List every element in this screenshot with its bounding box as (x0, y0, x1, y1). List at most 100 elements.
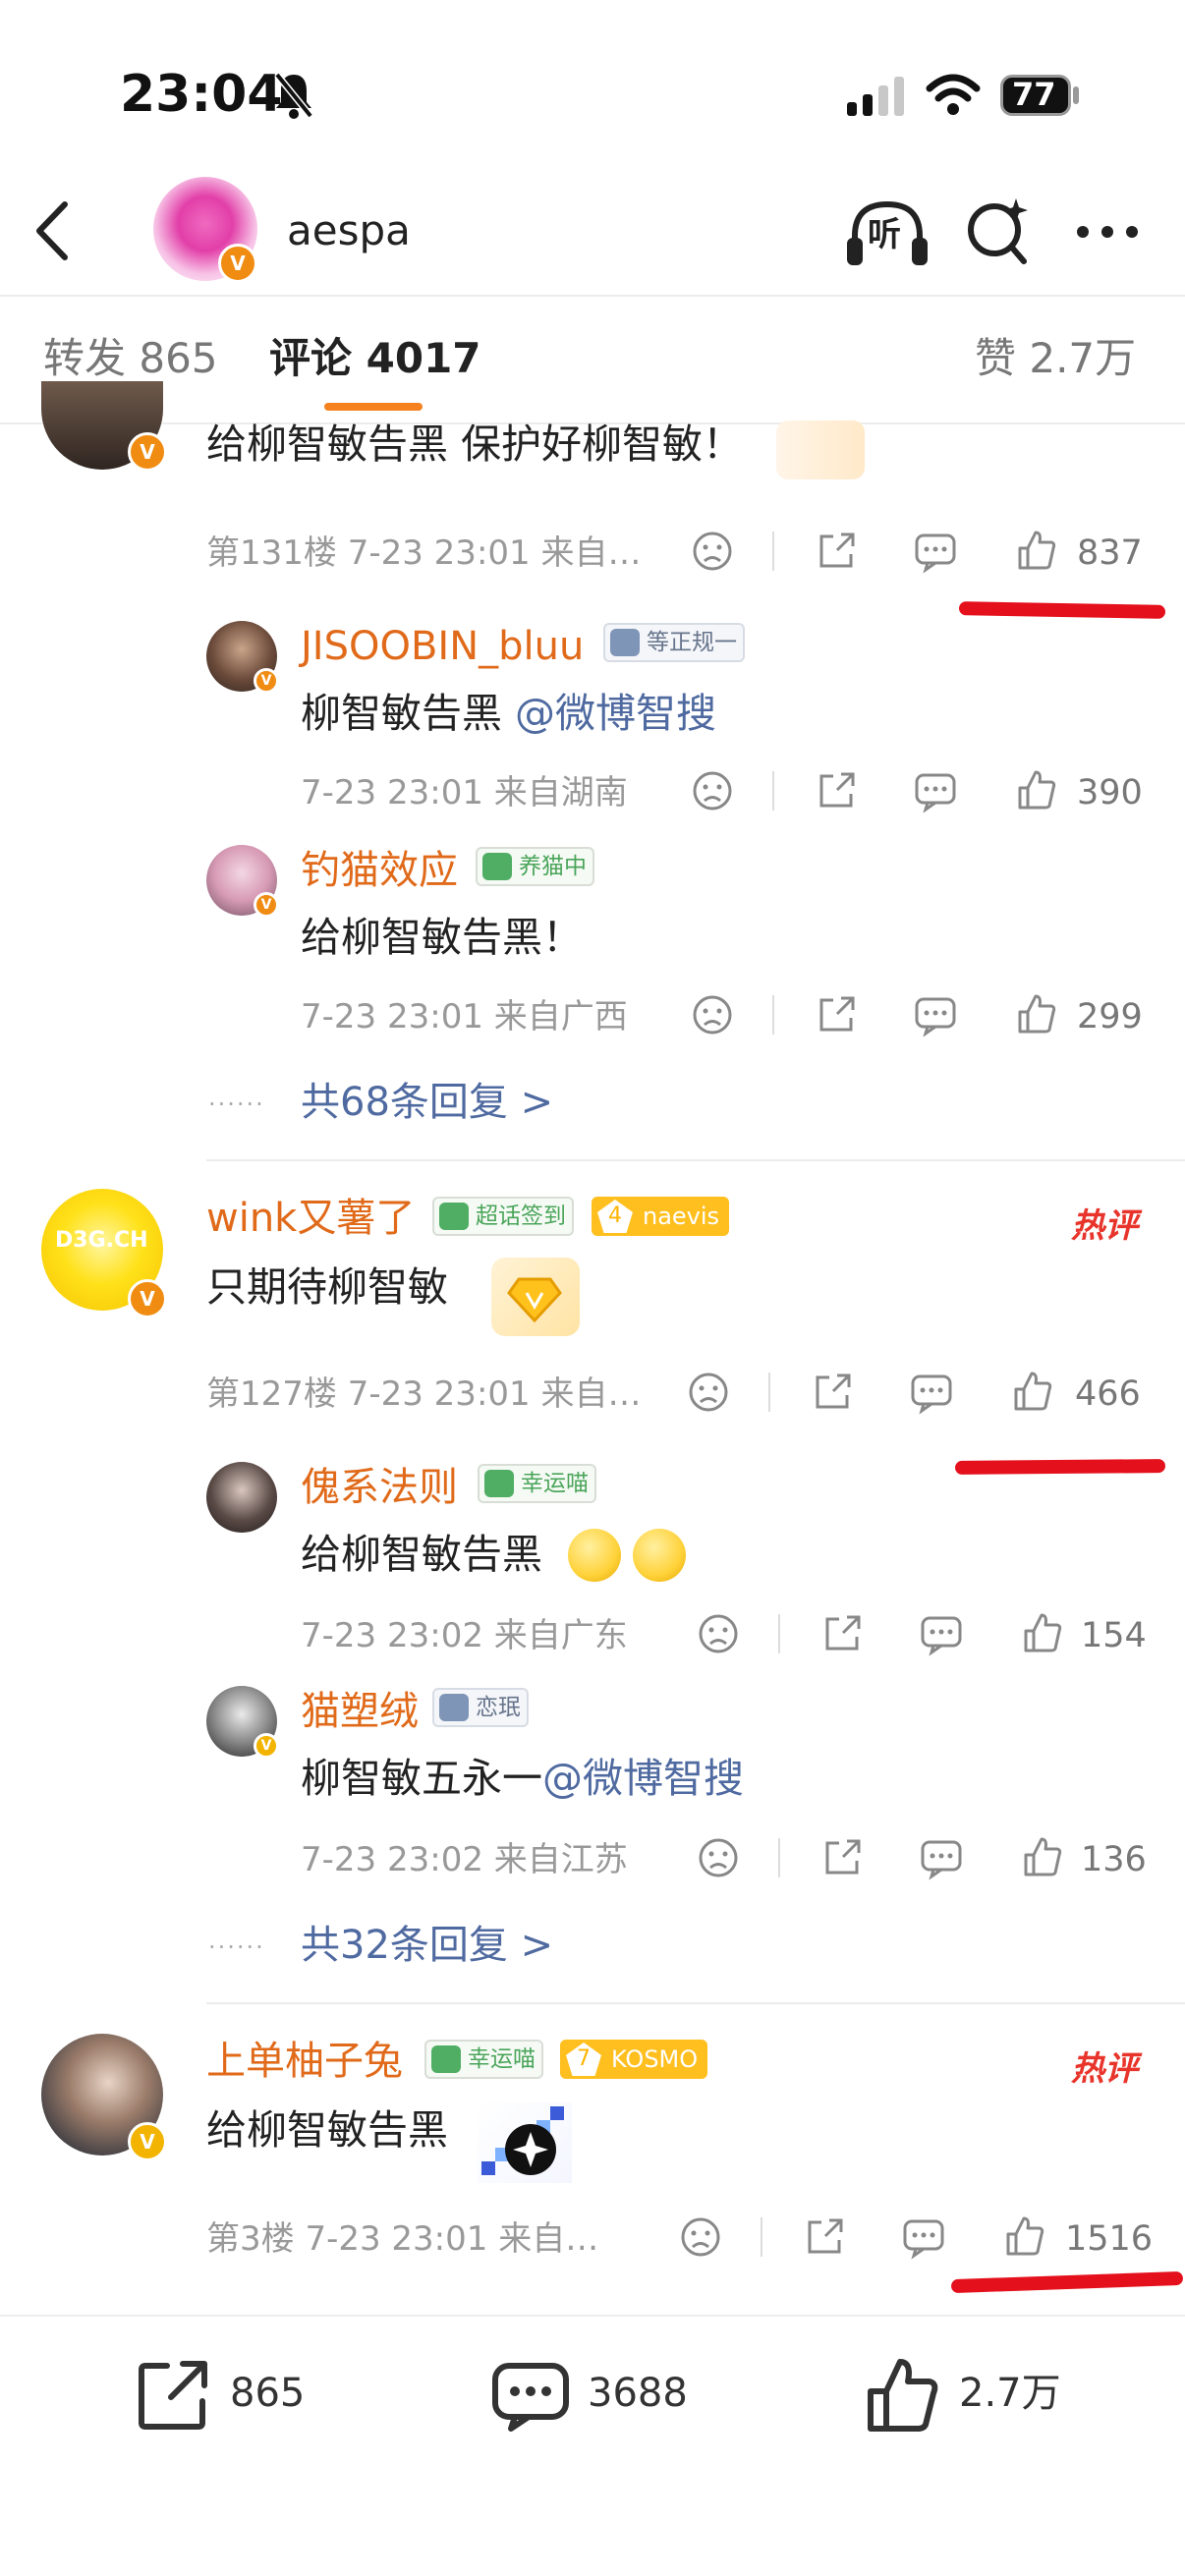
thumbs-up-icon[interactable] (1016, 529, 1057, 572)
share-icon[interactable] (812, 1372, 853, 1413)
comment-icon[interactable] (902, 2218, 945, 2260)
like-count-total[interactable]: 2.7万 (959, 2374, 1061, 2413)
sad-face-icon[interactable] (692, 531, 733, 572)
comment-meta: 第127楼 7-23 23:01 来自… (206, 1374, 642, 1414)
mention-link[interactable]: @微博智搜 (542, 1755, 744, 1802)
like-count: 466 (1075, 1374, 1141, 1414)
sad-face-icon[interactable] (692, 770, 733, 812)
thumbs-up-icon[interactable] (1022, 1835, 1063, 1878)
annotation-underline (954, 1459, 1166, 1475)
thumbs-up-icon[interactable] (1016, 992, 1057, 1036)
share-icon[interactable] (816, 994, 857, 1036)
listen-label: 听 (868, 215, 901, 254)
comment-username[interactable]: wink又薯了 (206, 1199, 415, 1238)
reply-meta: 7-23 23:01 来自广西 (301, 997, 628, 1036)
reply-text: 给柳智敏告黑 (301, 1531, 542, 1578)
comment-icon[interactable] (910, 1373, 953, 1415)
user-badge: 幸运喵 (424, 2040, 543, 2079)
user-badge: 等正规一 (603, 623, 745, 662)
sad-face-icon[interactable] (688, 1372, 729, 1413)
tab-likes[interactable]: 赞 2.7万 (975, 338, 1136, 379)
comment-count[interactable]: 3688 (588, 2374, 688, 2413)
share-icon[interactable] (821, 1613, 863, 1654)
account-name: aespa (287, 206, 411, 254)
like-count: 837 (1077, 533, 1143, 573)
reply-avatar[interactable] (206, 1462, 277, 1533)
sad-face-icon[interactable] (698, 1613, 739, 1654)
share-icon[interactable] (816, 770, 857, 812)
share-icon[interactable] (804, 2216, 845, 2258)
share-icon[interactable] (816, 531, 857, 572)
fan-badge: 4 naevis (592, 1197, 730, 1236)
thumbs-up-icon[interactable] (1022, 1611, 1063, 1654)
repost-count[interactable]: 865 (230, 2374, 305, 2413)
thumbs-up-icon[interactable] (1016, 768, 1057, 812)
verified-badge: V (254, 668, 279, 694)
battery-level: 77 (1012, 76, 1056, 113)
comment-text: 给柳智敏告黑 保护好柳智敏！ (206, 420, 744, 468)
thumbs-up-icon[interactable] (865, 2356, 939, 2435)
verified-badge: V (128, 432, 167, 472)
tab-comments[interactable]: 评论 4017 (269, 338, 481, 379)
sad-face-icon[interactable] (698, 1837, 739, 1878)
share-icon[interactable] (821, 1837, 863, 1878)
sparkle-search-icon[interactable] (965, 195, 1032, 265)
user-badge: 恋珉 (432, 1688, 529, 1727)
mention-link[interactable]: @微博智搜 (515, 690, 716, 737)
like-count: 390 (1077, 773, 1143, 812)
comment-icon[interactable] (914, 996, 957, 1037)
verified-badge: V (218, 244, 257, 283)
sad-face-icon[interactable] (692, 994, 733, 1036)
fan-badge: 7 KOSMO (560, 2040, 708, 2079)
more-replies-link[interactable]: 共32条回复 > (301, 1926, 553, 1965)
tab-repost[interactable]: 转发 865 (43, 338, 218, 379)
reply-meta: 7-23 23:01 来自湖南 (301, 773, 628, 812)
status-time: 23:04 (120, 65, 283, 124)
bottom-action-bar (0, 2315, 1185, 2576)
repost-icon[interactable] (138, 2358, 210, 2431)
smile-emoji-icon (568, 1529, 621, 1582)
reply-text: 给柳智敏告黑！ (301, 914, 583, 961)
more-replies-dots: ······ (208, 1933, 265, 1961)
reply-meta: 7-23 23:02 来自广东 (301, 1616, 628, 1655)
comment-meta: 第3楼 7-23 23:01 来自… (206, 2219, 599, 2259)
avatar-label: D3G.CH (55, 1228, 148, 1253)
more-icon[interactable] (1075, 224, 1140, 240)
hot-comment-badge: 热评 (1071, 1206, 1138, 1246)
reply-username[interactable]: 猫塑绒 (301, 1692, 419, 1731)
reply-username[interactable]: 傀系法则 (301, 1468, 458, 1507)
wifi-icon (926, 74, 981, 115)
smile-emoji-icon (633, 1529, 686, 1582)
comment-icon[interactable] (920, 1839, 963, 1880)
thumbs-up-icon[interactable] (1004, 2214, 1045, 2258)
reply-username[interactable]: 钓猫效应 (301, 851, 458, 890)
user-badge-checkin: 超话签到 (432, 1197, 574, 1236)
comment-icon[interactable] (914, 532, 957, 574)
like-count: 136 (1081, 1840, 1147, 1879)
gem-icon (507, 1277, 562, 1323)
comment-username[interactable]: 上单柚子兔 (206, 2042, 403, 2081)
verified-badge: V (254, 892, 279, 918)
reply-meta: 7-23 23:02 来自江苏 (301, 1840, 628, 1879)
comment-icon[interactable] (491, 2362, 570, 2433)
annotation-underline (958, 601, 1166, 619)
back-icon[interactable] (33, 200, 69, 261)
sad-face-icon[interactable] (680, 2216, 721, 2258)
hot-comment-badge: 热评 (1071, 2049, 1138, 2089)
pixel-star-icon (481, 2106, 564, 2175)
like-count: 154 (1081, 1616, 1147, 1655)
comment-icon[interactable] (914, 772, 957, 813)
verified-badge: V (254, 1733, 279, 1759)
reply-username[interactable]: JISOOBIN_bluu (301, 627, 584, 666)
bell-slash-icon (274, 72, 313, 119)
like-count: 1516 (1065, 2219, 1154, 2259)
comment-icon[interactable] (920, 1615, 963, 1656)
comment-text: 给柳智敏告黑 (206, 2106, 448, 2154)
user-badge: 养猫中 (476, 847, 594, 886)
like-count: 299 (1077, 997, 1143, 1036)
comment-sticker (776, 420, 865, 479)
user-badge: 幸运喵 (478, 1464, 596, 1503)
thumbs-up-icon[interactable] (1012, 1370, 1053, 1413)
comment-meta: 第131楼 7-23 23:01 来自… (206, 533, 642, 573)
more-replies-link[interactable]: 共68条回复 > (301, 1083, 553, 1122)
